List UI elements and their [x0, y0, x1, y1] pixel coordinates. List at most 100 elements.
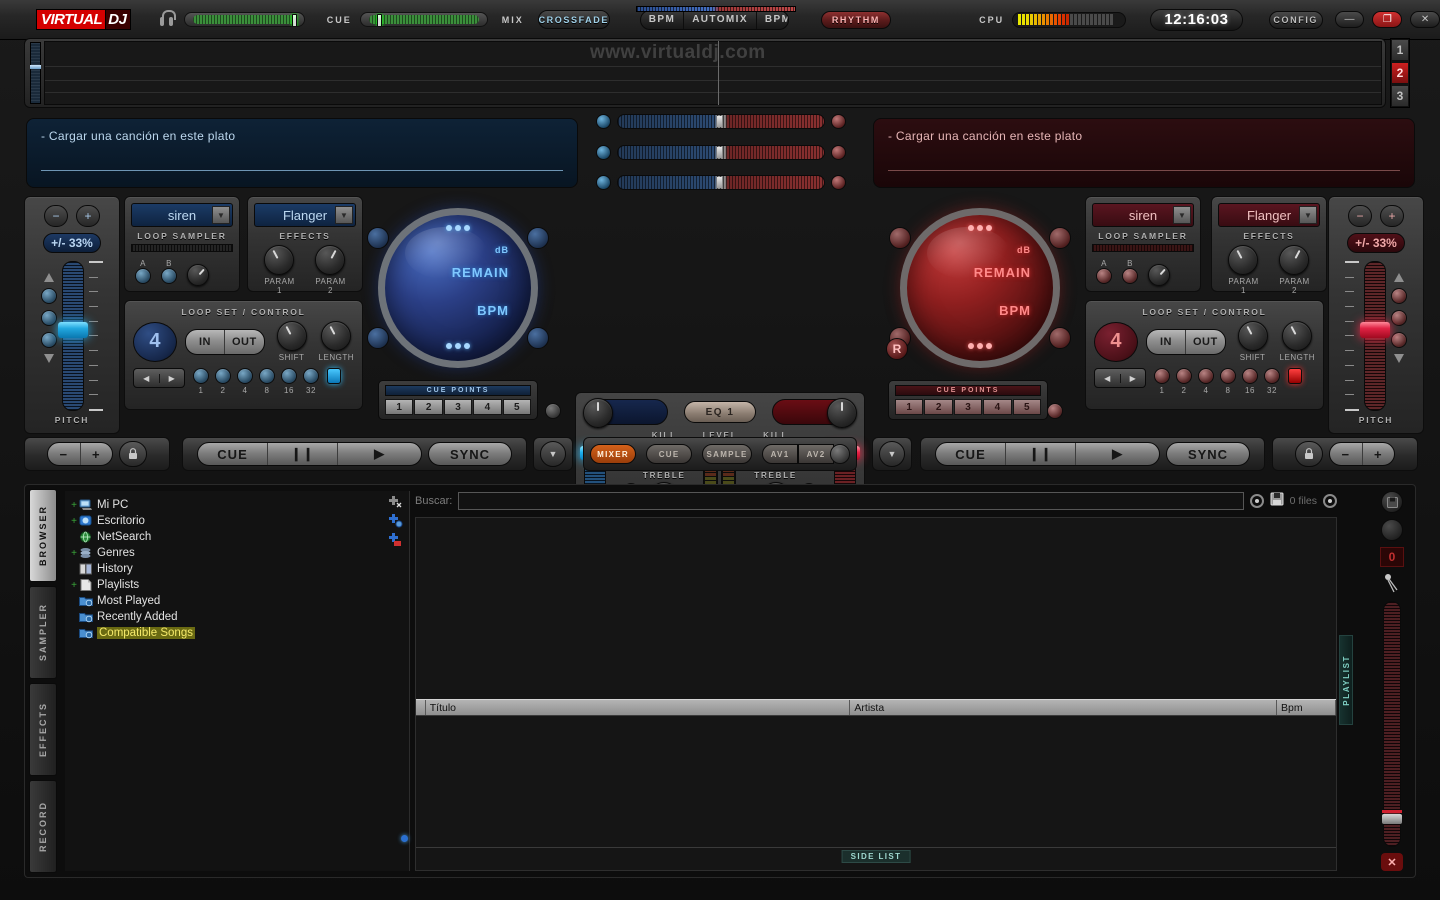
deck-right-sync-button[interactable]: SYNC [1166, 442, 1250, 466]
loop-next-arrow-icon[interactable]: ▶ [160, 374, 185, 383]
mixer-gain-left[interactable] [584, 399, 668, 425]
bpm-left-button[interactable]: BPM [641, 11, 684, 29]
deck-selector[interactable]: 123 [1390, 38, 1410, 108]
tree-item-genres[interactable]: +Genres [69, 545, 405, 561]
waveform-zoom-handle[interactable] [30, 65, 41, 69]
rail-volume-fader[interactable] [1383, 601, 1401, 847]
deck-left-beat-4-button[interactable] [237, 368, 253, 384]
deck-right-pitch-bend-2[interactable] [1391, 310, 1407, 326]
deck-right-beat-32[interactable]: 32 [1264, 368, 1280, 395]
deck-left-loop-out[interactable]: OUT [225, 330, 263, 354]
deck-left-effect-selector[interactable]: Flanger ▼ [254, 203, 356, 227]
deck-left-nudge[interactable]: − + [47, 442, 113, 466]
chevron-down-icon[interactable]: ▼ [1299, 206, 1317, 224]
tree-item-escritorio[interactable]: +Escritorio [69, 513, 405, 529]
deck-right-sampler-b-button[interactable] [1122, 268, 1138, 284]
tree-expander[interactable]: + [69, 516, 79, 527]
deck-left-beat-4[interactable]: 4 [237, 368, 253, 395]
deck-selector-1[interactable]: 1 [1391, 39, 1409, 61]
deck-right-beat-32-button[interactable] [1264, 368, 1280, 384]
crossfade-bar-3-handle[interactable] [717, 177, 722, 188]
right-lamp-icon[interactable] [831, 145, 846, 160]
add-folder-icon[interactable] [388, 533, 403, 547]
file-count-options-icon[interactable] [1323, 494, 1337, 508]
deck-left-keylock-button[interactable] [119, 441, 147, 467]
chevron-down-icon[interactable]: ▼ [1173, 206, 1191, 224]
deck-right-shift-knob[interactable] [1238, 321, 1268, 351]
search-clear-icon[interactable] [1250, 494, 1264, 508]
deck-right-keylock-button[interactable] [1295, 441, 1323, 467]
deck-left-sampler-volume-knob[interactable] [187, 264, 209, 286]
deck-right-beat-16-button[interactable] [1242, 368, 1258, 384]
deck-right-effect-selector[interactable]: Flanger ▼ [1218, 203, 1320, 227]
column-header-título[interactable]: Título [426, 700, 851, 715]
automix-button[interactable]: AUTOMIX [684, 11, 757, 29]
tree-item-netsearch[interactable]: NetSearch [69, 529, 405, 545]
mixer-gain-right-knob[interactable] [827, 398, 857, 428]
deck-right-beat-1-button[interactable] [1154, 368, 1170, 384]
crossfade-bar-3[interactable] [617, 175, 825, 190]
deck-left-track-display[interactable]: - Cargar una canción en este plato [26, 118, 578, 188]
deck-right-beat-8-button[interactable] [1220, 368, 1236, 384]
deck-right-jogwheel[interactable]: dB REMAIN BPM [900, 208, 1060, 368]
deck-right-loop-out[interactable]: OUT [1186, 330, 1224, 354]
deck-right-sampler-a-button[interactable] [1096, 268, 1112, 284]
deck-left-beat-16-button[interactable] [281, 368, 297, 384]
deck-left-pitch-plus[interactable]: + [76, 205, 100, 227]
column-header-bpm[interactable]: Bpm [1277, 700, 1336, 715]
deck-left-cue-5[interactable]: 5 [503, 399, 531, 415]
right-lamp-icon[interactable] [831, 175, 846, 190]
deck-right-sampler-volume-knob[interactable] [1148, 264, 1170, 286]
search-input[interactable] [458, 492, 1243, 510]
deck-left-pause-button[interactable]: ❙❙ [268, 443, 338, 465]
deck-left-transport-buttons[interactable]: CUE ❙❙ ▶ [197, 442, 422, 466]
av1-button[interactable]: AV1 [762, 444, 798, 464]
column-header-artista[interactable]: Artista [850, 700, 1277, 715]
deck-left-param1-knob[interactable] [264, 245, 294, 275]
deck-left-param2-knob[interactable] [315, 245, 345, 275]
search-save-icon[interactable] [1270, 492, 1284, 511]
browser-tab-sampler[interactable]: SAMPLER [29, 586, 57, 679]
deck-left-menu-button[interactable]: ▼ [540, 441, 566, 467]
deck-left-cue-extra-button[interactable] [545, 403, 561, 419]
deck-right-pitch-bend-3[interactable] [1391, 332, 1407, 348]
mixer-eq-preset-button[interactable]: EQ 1 [684, 401, 756, 423]
left-lamp-icon[interactable] [596, 175, 611, 190]
deck-right-loop-size[interactable]: 4 [1094, 322, 1138, 362]
deck-left-nudge-minus[interactable]: − [48, 443, 81, 465]
deck-right-nudge-minus[interactable]: − [1330, 443, 1363, 465]
microphone-icon[interactable] [1383, 573, 1401, 595]
loop-next-arrow-icon[interactable]: ▶ [1121, 374, 1146, 383]
deck-right-pitch-range[interactable]: +/- 33% [1347, 233, 1405, 253]
tree-expander[interactable]: + [69, 548, 79, 559]
deck-right-beat-4[interactable]: 4 [1198, 368, 1214, 395]
rail-volume-handle[interactable] [1382, 814, 1402, 824]
deck-left-sync-button[interactable]: SYNC [428, 442, 512, 466]
tree-expander[interactable]: + [69, 500, 79, 511]
deck-left-beat-32-button[interactable] [303, 368, 319, 384]
mixer-gain-right[interactable] [772, 399, 856, 425]
deck-left-sampler-selector[interactable]: siren ▼ [131, 203, 233, 227]
deck-right-pitch-minus[interactable]: − [1348, 205, 1372, 227]
browser-tab-browser[interactable]: BROWSER [29, 489, 57, 582]
deck-left-cue-button[interactable]: CUE [198, 443, 268, 465]
deck-right-cue-button[interactable]: CUE [936, 443, 1006, 465]
deck-left-pitch-fader-handle[interactable] [58, 322, 88, 338]
browser-tab-effects[interactable]: EFFECTS [29, 683, 57, 776]
deck-left-pitch-minus[interactable]: − [44, 205, 68, 227]
loop-prev-arrow-icon[interactable]: ◀ [1095, 374, 1121, 383]
mixer-gain-left-knob[interactable] [583, 398, 613, 428]
deck-left-loop-in[interactable]: IN [186, 330, 225, 354]
cue-volume-knob[interactable] [377, 14, 382, 27]
tree-item-compatible-songs[interactable]: Compatible Songs [69, 625, 405, 641]
deck-left-cue-3[interactable]: 3 [444, 399, 472, 415]
deck-right-cue-2[interactable]: 2 [924, 399, 952, 415]
add-shortcut-icon[interactable] [388, 495, 403, 509]
loop-prev-arrow-icon[interactable]: ◀ [134, 374, 160, 383]
deck-right-beat-8[interactable]: 8 [1220, 368, 1236, 395]
deck-left-pitch-bend-3[interactable] [41, 332, 57, 348]
deck-right-cue-5[interactable]: 5 [1013, 399, 1041, 415]
right-lamp-icon[interactable] [831, 114, 846, 129]
restore-button[interactable]: ❐ [1372, 11, 1402, 28]
deck-right-cue-1[interactable]: 1 [895, 399, 923, 415]
